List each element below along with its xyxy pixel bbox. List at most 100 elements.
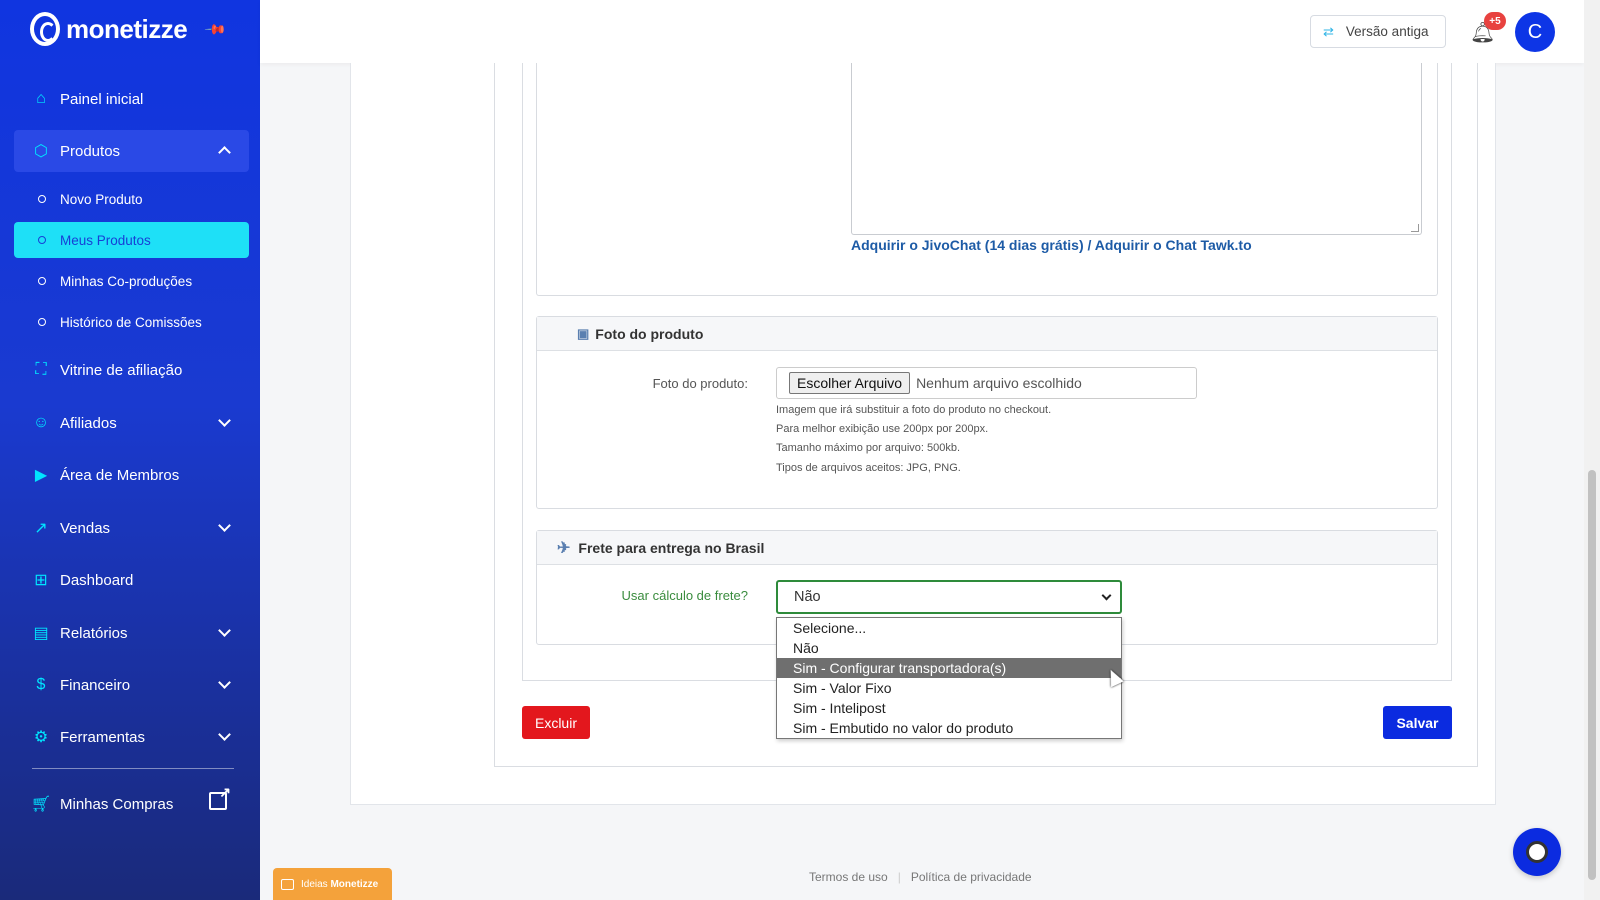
sidebar-item-label: Ferramentas (60, 728, 146, 746)
photo-help-line: Tipos de arquivos aceitos: JPG, PNG. (776, 462, 961, 474)
sidebar-item-label: Afiliados (60, 414, 117, 432)
chat-links: Adquirir o JivoChat (14 dias grátis) / A… (851, 237, 1252, 253)
swap-icon: ⇄ (1323, 23, 1334, 39)
pin-icon[interactable]: 📌 (204, 17, 228, 41)
camera-icon: ▣ (577, 325, 590, 341)
sidebar-item-dashboard[interactable]: ⊞ Dashboard (14, 559, 249, 601)
photo-panel-header: ▣ Foto do produto (537, 317, 1437, 351)
shipping-field-label: Usar cálculo de frete? (621, 588, 748, 603)
old-version-label: Versão antiga (1345, 24, 1429, 39)
photo-panel-title: Foto do produto (595, 325, 704, 342)
photo-file-input[interactable]: Escolher Arquivo Nenhum arquivo escolhid… (776, 367, 1197, 399)
ideas-brand: Monetizze (330, 878, 379, 890)
footer-separator: | (897, 870, 901, 884)
jivochat-link[interactable]: Adquirir o JivoChat (14 dias grátis) (851, 237, 1084, 253)
shipping-select[interactable]: Não (776, 580, 1122, 614)
sidebar-item-label: Vitrine de afiliação (60, 361, 183, 379)
file-status: Nenhum arquivo escolhido (916, 375, 1082, 391)
bullet-icon (38, 277, 46, 285)
scrollbar-thumb[interactable] (1588, 470, 1596, 880)
sidebar-item-produtos[interactable]: ⬡ Produtos (14, 130, 249, 172)
sidebar-item-afiliados[interactable]: ☺ Afiliados (14, 402, 249, 444)
chat-script-textarea[interactable] (851, 63, 1422, 235)
notifications-button[interactable]: 🔔︎ +5 (1470, 12, 1506, 44)
chevron-down-icon (218, 676, 231, 689)
photo-field-label: Foto do produto: (652, 376, 748, 391)
shipping-select-value: Não (794, 589, 821, 605)
dropdown-option[interactable]: Não (777, 638, 1121, 658)
airplane-icon: ✈ (557, 539, 571, 557)
photo-help-line: Imagem que irá substituir a foto do prod… (776, 404, 1052, 416)
dropdown-option[interactable]: Sim - Intelipost (777, 698, 1121, 718)
sidebar-item-ferramentas[interactable]: ⚙ Ferramentas (14, 716, 249, 758)
delete-button[interactable]: Excluir (522, 706, 590, 739)
avatar[interactable]: C (1515, 12, 1555, 52)
sidebar-item-financeiro[interactable]: $ Financeiro (14, 664, 249, 706)
dropdown-option[interactable]: Sim - Valor Fixo (777, 678, 1121, 698)
sidebar-subitem-label: Novo Produto (60, 191, 143, 207)
page-scrollbar[interactable] (1584, 0, 1600, 900)
gear-icon: ⚙ (33, 729, 49, 746)
dollar-icon: $ (36, 676, 46, 693)
play-icon: ▶ (34, 467, 48, 484)
sidebar-divider (32, 768, 234, 769)
resize-handle-icon[interactable] (1411, 224, 1419, 232)
grid-icon: ⊞ (34, 572, 48, 589)
users-icon: ☺ (32, 414, 50, 431)
shipping-dropdown-list: Selecione... Não Sim - Configurar transp… (776, 617, 1122, 739)
external-link-icon (209, 784, 231, 810)
sidebar-item-vitrine[interactable]: ⛶ Vitrine de afiliação (14, 349, 249, 391)
sidebar-item-label: Vendas (60, 519, 111, 537)
bullet-icon (38, 195, 46, 203)
support-chat-button[interactable] (1513, 828, 1561, 876)
sidebar-item-relatorios[interactable]: ▤ Relatórios (14, 612, 249, 654)
sidebar-item-label: Financeiro (60, 676, 131, 694)
sidebar-item-label: Relatórios (60, 624, 128, 642)
bullet-icon (38, 318, 46, 326)
footer-links: Termos de uso | Política de privacidade (809, 870, 1032, 884)
sidebar-item-label: Dashboard (60, 571, 134, 589)
chevron-down-icon (218, 519, 231, 532)
chevron-up-icon (218, 146, 231, 159)
bullet-icon (38, 236, 46, 244)
document-icon: ▤ (33, 625, 49, 642)
link-separator: / (1087, 237, 1092, 253)
sidebar-item-minhas-compras[interactable]: 🛒︎ Minhas Compras (14, 783, 249, 825)
sidebar-subitem-label: Meus Produtos (60, 232, 151, 248)
sidebar-subitem-meus-produtos[interactable]: Meus Produtos (14, 222, 249, 258)
sidebar-item-label: Produtos (60, 142, 121, 160)
privacy-link[interactable]: Política de privacidade (911, 870, 1032, 884)
old-version-button[interactable]: ⇄ Versão antiga (1310, 15, 1446, 48)
sidebar-subitem-co-producoes[interactable]: Minhas Co-produções (14, 263, 249, 299)
shipping-panel-title: Frete para entrega no Brasil (578, 539, 765, 556)
sidebar: monetizze 📌 ⌂ Painel inicial ⬡ Produtos … (0, 0, 260, 900)
sidebar-subitem-novo-produto[interactable]: Novo Produto (14, 181, 249, 217)
sidebar-item-label: Minhas Compras (60, 795, 174, 813)
sidebar-subitem-label: Minhas Co-produções (60, 273, 193, 289)
monetizze-logo-icon (30, 12, 60, 46)
chat-bubble-icon (281, 878, 294, 890)
sidebar-subitem-historico-comissoes[interactable]: Histórico de Comissões (14, 304, 249, 340)
chevron-down-icon (1101, 590, 1112, 601)
shipping-panel-header: ✈ Frete para entrega no Brasil (537, 531, 1437, 565)
dropdown-option[interactable]: Sim - Embutido no valor do produto (777, 718, 1121, 738)
terms-link[interactable]: Termos de uso (809, 870, 888, 884)
sidebar-item-label: Painel inicial (60, 90, 144, 108)
tawk-link[interactable]: Adquirir o Chat Tawk.to (1095, 237, 1252, 253)
sidebar-item-area-membros[interactable]: ▶ Área de Membros (14, 454, 249, 496)
sidebar-item-vendas[interactable]: ↗ Vendas (14, 507, 249, 549)
dropdown-option-highlighted[interactable]: Sim - Configurar transportadora(s) (777, 658, 1121, 678)
shopping-bag-icon: ⛶ (35, 361, 47, 378)
brand-name: monetizze (66, 13, 188, 44)
box-icon: ⬡ (34, 143, 48, 160)
ideas-prefix: Ideias (301, 878, 328, 890)
home-icon: ⌂ (36, 90, 46, 107)
dropdown-option[interactable]: Selecione... (777, 618, 1121, 638)
cart-icon: 🛒︎ (30, 796, 52, 813)
choose-file-button[interactable]: Escolher Arquivo (789, 372, 911, 394)
brand-logo[interactable]: monetizze 📌 (30, 12, 228, 46)
sidebar-item-label: Área de Membros (60, 466, 180, 484)
ideas-tab[interactable]: Ideias Monetizze (273, 868, 392, 900)
save-button[interactable]: Salvar (1383, 706, 1452, 739)
sidebar-item-painel-inicial[interactable]: ⌂ Painel inicial (14, 78, 249, 120)
